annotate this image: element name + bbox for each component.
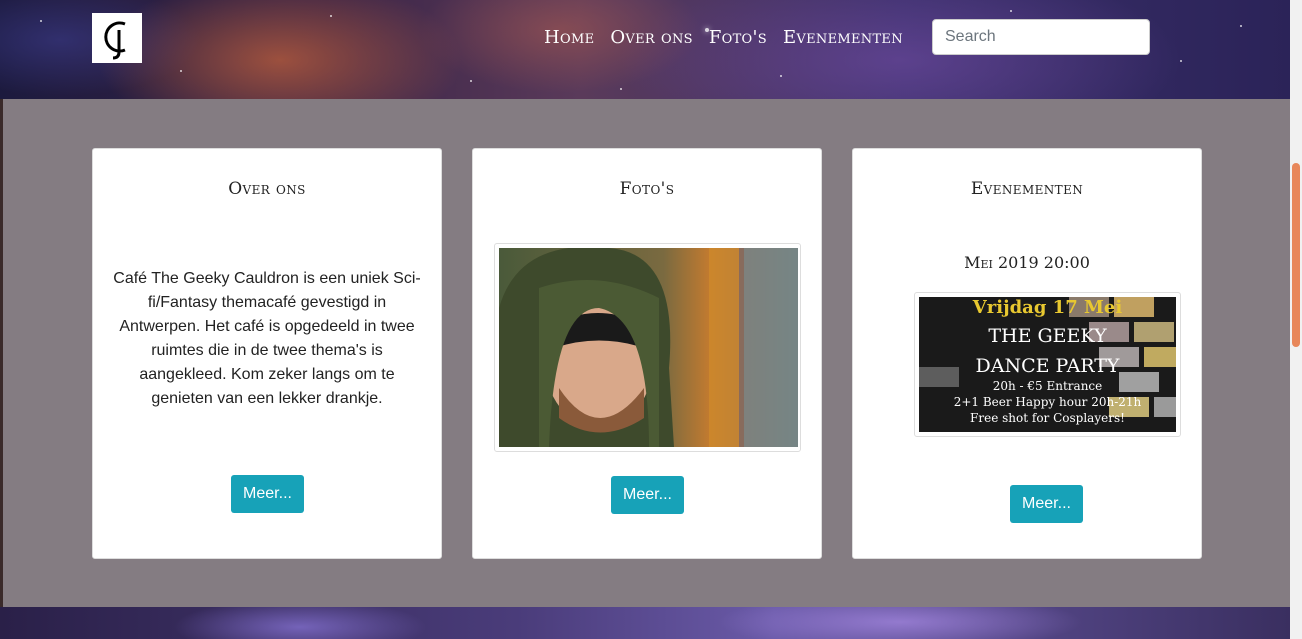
nav-home[interactable]: Home xyxy=(544,27,594,49)
poster-line1: Vrijdag 17 Mei xyxy=(972,297,1123,318)
photo-thumbnail[interactable] xyxy=(494,243,801,452)
event-poster[interactable]: Vrijdag 17 Mei THE GEEKY DANCE PARTY 20h… xyxy=(914,292,1181,437)
card-title: Evenementen xyxy=(970,179,1084,199)
poster-line3: DANCE PARTY xyxy=(975,355,1120,377)
event-date: Mei 2019 20:00 xyxy=(964,253,1090,272)
poster-line4: 20h - €5 Entrance xyxy=(992,379,1103,393)
card-text: Café The Geeky Cauldron is een uniek Sci… xyxy=(113,270,421,407)
poster-line5: 2+1 Beer Happy hour 20h-21h xyxy=(953,395,1142,409)
footer-background xyxy=(0,607,1290,639)
card-evenementen: Evenementen Mei 2019 20:00 Vrijdag 17 Me… xyxy=(852,148,1202,559)
card-title: Foto's xyxy=(619,179,675,199)
nav-over-ons[interactable]: Over ons xyxy=(610,27,692,49)
meer-button-fotos[interactable]: Meer... xyxy=(611,476,684,514)
left-edge xyxy=(0,99,3,607)
scrollbar-thumb[interactable] xyxy=(1292,163,1300,347)
poster-line6: Free shot for Cosplayers! xyxy=(970,411,1125,425)
card-title: Over ons xyxy=(228,179,306,199)
cg-logo-icon xyxy=(104,21,126,60)
nav-evenementen[interactable]: Evenementen xyxy=(783,27,903,49)
site-logo[interactable] xyxy=(92,13,142,63)
poster-line2: THE GEEKY xyxy=(988,325,1107,347)
nav-fotos[interactable]: Foto's xyxy=(709,27,767,49)
main-nav: Home Over ons Foto's Evenementen xyxy=(544,27,919,49)
cosplayer-photo xyxy=(499,248,798,447)
poster-image: Vrijdag 17 Mei THE GEEKY DANCE PARTY 20h… xyxy=(919,297,1176,432)
main-section: Over ons Café The Geeky Cauldron is een … xyxy=(0,99,1290,607)
header: Home Over ons Foto's Evenementen xyxy=(0,0,1290,99)
card-over-ons: Over ons Café The Geeky Cauldron is een … xyxy=(92,148,442,559)
card-fotos: Foto's Meer... xyxy=(472,148,822,559)
meer-button-evenementen[interactable]: Meer... xyxy=(1010,485,1083,523)
meer-button-over-ons[interactable]: Meer... xyxy=(231,475,304,513)
search-input[interactable] xyxy=(932,19,1150,55)
